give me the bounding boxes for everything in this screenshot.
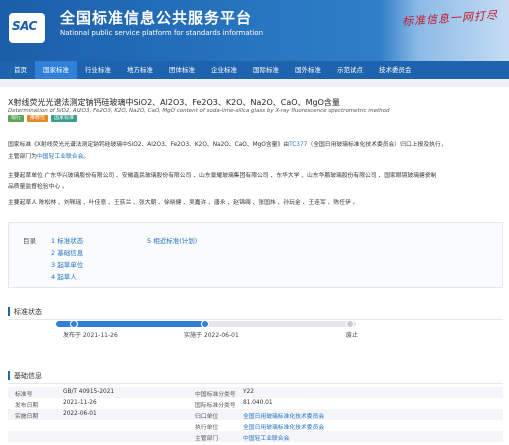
timeline-progress xyxy=(56,321,206,327)
info-row: 实施日期 2022-06-01 归口单位 全国日用玻璃标准化技术委员会 xyxy=(8,409,503,420)
nav-item[interactable]: 团体标准 xyxy=(161,61,203,79)
section-basic-info: 基础信息 xyxy=(8,369,503,384)
site-logo[interactable]: SAC xyxy=(9,13,45,43)
nav-item[interactable]: 行业标准 xyxy=(77,61,119,79)
tc-link[interactable]: TC377 xyxy=(289,142,307,148)
nav-item[interactable]: 国际标准 xyxy=(245,61,287,79)
section-title-basic: 基础信息 xyxy=(14,372,42,380)
nav-item[interactable]: 首页 xyxy=(6,61,35,79)
timeline-dot-implemented xyxy=(201,320,209,328)
type-badge: 推荐性 xyxy=(27,115,49,122)
site-subtitle: National public service platform for sta… xyxy=(60,29,264,37)
nav-item[interactable]: 示范试点 xyxy=(329,61,371,79)
section-divider xyxy=(8,383,503,384)
toc-item-drafters[interactable]: 4 起草人 xyxy=(51,271,77,281)
site-header: SAC 全国标准信息公共服务平台 National public service… xyxy=(0,0,509,61)
toc-item-drafting-units[interactable]: 3 起草单位 xyxy=(51,259,83,269)
section-status: 标准状态 xyxy=(8,305,503,320)
description-middle: （全国日用玻璃标准化技术委员会）归口上报及执行， xyxy=(307,142,447,148)
timeline-label-implemented: 实施于 2022-06-01 xyxy=(184,332,239,339)
ccs-code: Y22 xyxy=(243,389,254,395)
implementation-date: 2022-06-01 xyxy=(63,411,97,417)
standard-number: GB/T 40915-2021 xyxy=(63,389,115,395)
drafters-line: 主要起草人 陈松林 、刘珮瑶 、叶佳意 、王荻兰 、张大朝 、徐晓健 、吴嘉许 … xyxy=(8,200,359,206)
toc-item-basic-info[interactable]: 2 基础信息 xyxy=(51,247,83,257)
section-marker xyxy=(8,371,10,380)
info-key: 国际标准分类号 xyxy=(195,403,236,409)
status-badge: 现行 xyxy=(8,115,25,122)
dept-link[interactable]: 中国轻工业联合会 xyxy=(37,154,83,160)
logo-text: SAC xyxy=(12,19,37,33)
ics-code: 81.040.01 xyxy=(243,400,273,406)
nav-item[interactable]: 国外标准 xyxy=(287,61,329,79)
timeline-dot-published xyxy=(70,320,78,328)
info-key: 主管部门 xyxy=(195,436,219,442)
info-row: 发布日期 2021-11-26 国际标准分类号 81.040.01 xyxy=(8,398,503,409)
description-suffix: 。 xyxy=(83,154,90,160)
info-row: 主管部门 中国轻工业联合会 xyxy=(8,431,503,442)
description-line-2: 主管部门为中国轻工业联合会。 xyxy=(8,151,89,160)
description-line-1: 国家标准《X射线荧光光谱法测定钠钙硅玻璃中SiO2、Al2O3、Fe2O3、K2… xyxy=(8,139,447,148)
standard-title: X射线荧光光谱法测定钠钙硅玻璃中SiO2、Al2O3、Fe2O3、K2O、Na2… xyxy=(8,98,340,107)
main-nav: 首页 国家标准 行业标准 地方标准 团体标准 企业标准 国际标准 国外标准 示范试点 技术委员会 xyxy=(0,61,509,79)
toc-item-similar-standards[interactable]: 5 相近标准(计划) xyxy=(147,235,197,245)
info-value: 全国日用玻璃标准化技术委员会 xyxy=(243,411,324,420)
site-title: 全国标准信息公共服务平台 xyxy=(60,9,253,27)
status-tags: 现行 推荐性 国家标准 xyxy=(8,115,78,122)
info-key: 执行单位 xyxy=(195,425,219,431)
standard-title-en: Determination of SiO2, Al2O3, Fe2O3, K2O… xyxy=(8,108,390,114)
nav-item[interactable]: 地方标准 xyxy=(119,61,161,79)
toc-item-status[interactable]: 1 标准状态 xyxy=(51,235,83,245)
info-key: 实施日期 xyxy=(15,414,39,420)
toc-label: 目录 xyxy=(23,237,36,245)
timeline-label-abolished: 废止 xyxy=(346,332,359,339)
level-badge: 国家标准 xyxy=(51,115,78,122)
info-row: 标准号 GB/T 40915-2021 中国标准分类号 Y22 xyxy=(8,387,503,398)
section-title-status: 标准状态 xyxy=(14,308,42,316)
table-of-contents: 目录 1 标准状态 2 基础信息 3 起草单位 4 起草人 5 相近标准(计划) xyxy=(8,222,503,288)
competent-dept-link[interactable]: 中国轻工业联合会 xyxy=(243,436,289,442)
section-marker xyxy=(8,307,10,316)
nav-item[interactable]: 国家标准 xyxy=(35,61,77,79)
description-prefix: 国家标准《X射线荧光光谱法测定钠钙硅玻璃中SiO2、Al2O3、Fe2O3、K2… xyxy=(8,142,290,148)
release-date: 2021-11-26 xyxy=(63,400,97,406)
drafting-units-line-1: 主要起草单位 广东华兴玻璃股份有限公司 、安徽鑫民玻璃股份有限公司 、山东景耀玻… xyxy=(8,173,437,179)
nav-item[interactable]: 技术委员会 xyxy=(371,61,420,79)
description-dept-prefix: 主管部门为 xyxy=(8,154,37,160)
info-row: 执行单位 全国日用玻璃标准化技术委员会 xyxy=(8,420,503,431)
info-value: 全国日用玻璃标准化技术委员会 xyxy=(243,422,324,431)
drafting-units-line-2: 品质量监督检验中心 。 xyxy=(8,184,68,190)
timeline-label-published: 发布于 2021-11-26 xyxy=(63,332,118,339)
info-key: 发布日期 xyxy=(15,403,39,409)
info-key: 归口单位 xyxy=(195,414,219,420)
timeline-dot-abolished xyxy=(346,320,354,328)
info-key: 中国标准分类号 xyxy=(195,392,236,398)
info-value: 中国轻工业联合会 xyxy=(243,433,289,442)
nav-item[interactable]: 企业标准 xyxy=(203,61,245,79)
info-key: 标准号 xyxy=(15,392,33,398)
section-divider xyxy=(8,319,503,320)
